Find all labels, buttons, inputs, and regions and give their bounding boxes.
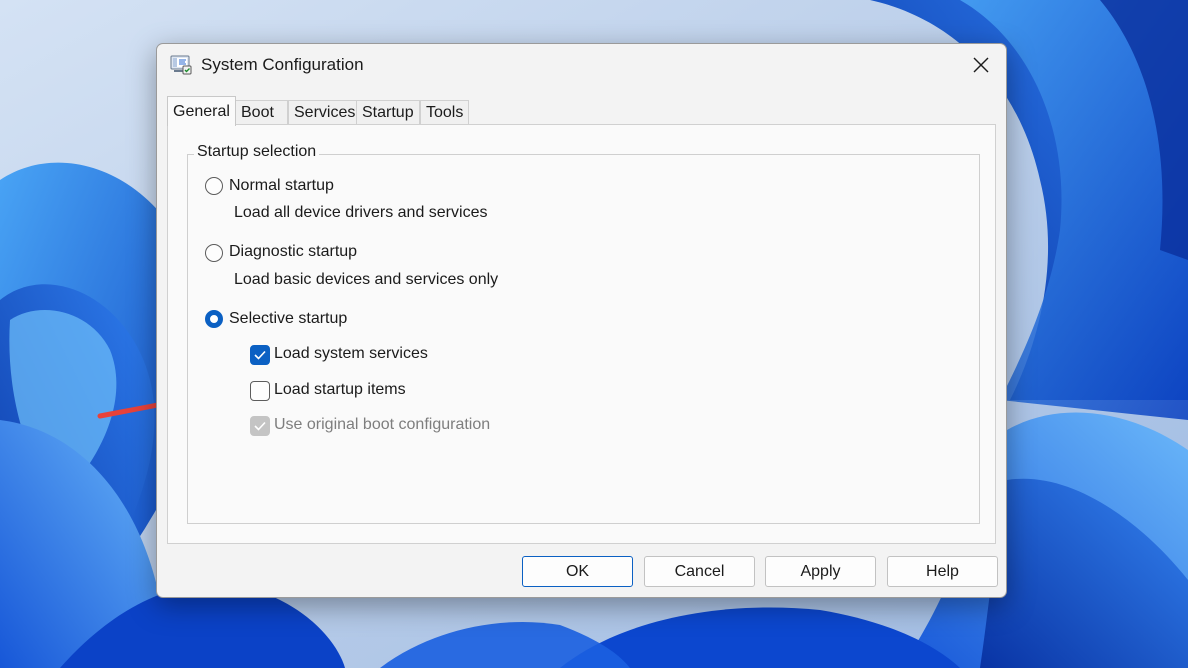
load-startup-items-label[interactable]: Load startup items [274,381,406,399]
apply-button[interactable]: Apply [765,556,876,587]
normal-startup-description: Load all device drivers and services [234,204,488,221]
use-original-boot-label: Use original boot configuration [274,416,491,433]
tab-boot[interactable]: Boot [235,100,288,124]
tab-general[interactable]: General [167,96,236,126]
tab-tools[interactable]: Tools [420,100,470,124]
normal-startup-label[interactable]: Normal startup [229,177,334,195]
startup-selection-group: Startup selection Normal startup Load al… [187,143,980,524]
diagnostic-startup-radio[interactable] [205,244,223,262]
load-system-services-checkbox[interactable] [250,345,270,365]
checkmark-icon [254,421,266,431]
use-original-boot-checkbox [250,416,270,436]
diagnostic-startup-label[interactable]: Diagnostic startup [229,243,357,261]
normal-startup-radio[interactable] [205,177,223,195]
cancel-button[interactable]: Cancel [644,556,755,587]
title-bar: System Configuration [157,44,1006,88]
general-tab-panel: Startup selection Normal startup Load al… [167,124,996,544]
selective-startup-label[interactable]: Selective startup [229,310,347,328]
load-startup-items-checkbox[interactable] [250,381,270,401]
help-button[interactable]: Help [887,556,998,587]
tab-startup[interactable]: Startup [356,100,420,124]
system-configuration-dialog: System Configuration General Boot Servic… [156,43,1007,598]
tab-services[interactable]: Services [288,100,362,124]
load-system-services-label[interactable]: Load system services [274,345,428,363]
checkmark-icon [254,350,266,360]
ok-button[interactable]: OK [522,556,633,587]
diagnostic-startup-description: Load basic devices and services only [234,271,499,288]
selective-startup-radio[interactable] [205,310,223,328]
window-title: System Configuration [201,55,364,74]
startup-selection-label: Startup selection [194,143,320,161]
close-button[interactable] [964,50,998,80]
close-icon [973,57,989,73]
msconfig-icon [170,55,192,75]
